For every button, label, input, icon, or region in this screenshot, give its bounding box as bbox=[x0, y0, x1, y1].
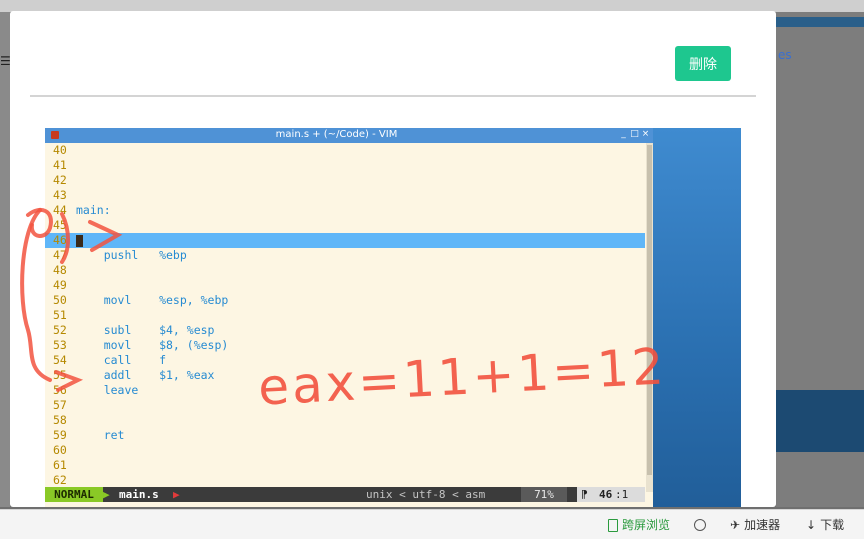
vim-line[interactable]: 46 bbox=[45, 233, 645, 248]
vim-line[interactable]: 51 bbox=[45, 308, 645, 323]
screenshot-image: main.s + (~/Code) - VIM _ □ × 40 41 42 43 44… bbox=[45, 128, 741, 507]
modal-divider bbox=[30, 95, 756, 97]
line-number: 57 bbox=[53, 398, 67, 412]
line-text: movl $8, (%esp) bbox=[76, 338, 229, 352]
line-text: movl %esp, %ebp bbox=[76, 293, 229, 307]
line-text: main: bbox=[76, 203, 111, 217]
vim-line[interactable]: 61 bbox=[45, 458, 645, 473]
statusline-separator-icon: ▶ bbox=[103, 488, 110, 501]
image-preview-modal: 删除 main.s + (~/Code) - VIM _ □ × 40 41 42 4… bbox=[10, 11, 776, 507]
line-text: leave bbox=[76, 383, 139, 397]
line-number: 53 bbox=[53, 338, 67, 352]
vim-mode: NORMAL bbox=[45, 487, 103, 502]
line-number: 60 bbox=[53, 443, 67, 457]
vim-line[interactable]: 59 ret bbox=[45, 428, 645, 443]
background-page-left: ☰ bbox=[0, 12, 11, 507]
line-text: call f bbox=[76, 353, 167, 367]
background-blue-strip bbox=[776, 17, 864, 27]
line-number: 56 bbox=[53, 383, 67, 397]
vim-title: main.s + (~/Code) - VIM bbox=[275, 129, 398, 140]
vim-scrollbar[interactable] bbox=[646, 143, 653, 492]
line-number: 41 bbox=[53, 158, 67, 172]
minimize-icon[interactable]: _ bbox=[619, 130, 628, 139]
close-icon[interactable]: × bbox=[641, 130, 650, 139]
line-text: ret bbox=[76, 428, 125, 442]
line-number: 43 bbox=[53, 188, 67, 202]
line-number: 62 bbox=[53, 473, 67, 487]
line-number: 44 bbox=[53, 203, 67, 217]
download-label: 下载 bbox=[820, 518, 845, 532]
screen-browse-button[interactable]: 跨屏浏览 bbox=[608, 516, 670, 534]
screen-browse-label: 跨屏浏览 bbox=[622, 518, 671, 532]
download-button[interactable]: ↓ 下载 bbox=[806, 516, 844, 534]
vim-line[interactable]: 48 bbox=[45, 263, 645, 278]
line-number: 61 bbox=[53, 458, 67, 472]
vim-line[interactable]: 40 bbox=[45, 143, 645, 158]
browser-statusbar: 跨屏浏览 ✈ 加速器 ↓ 下载 bbox=[0, 509, 864, 539]
accelerator-button[interactable]: ✈ 加速器 bbox=[730, 516, 780, 534]
line-number: 45 bbox=[53, 218, 67, 232]
delete-button[interactable]: 删除 bbox=[675, 46, 731, 81]
background-page-right: es bbox=[776, 12, 864, 507]
phone-icon bbox=[608, 518, 618, 532]
line-number: 54 bbox=[53, 353, 67, 367]
line-number: 48 bbox=[53, 263, 67, 277]
vim-window: main.s + (~/Code) - VIM _ □ × 40 41 42 43 44… bbox=[45, 128, 653, 507]
vim-line[interactable]: 50 movl %esp, %ebp bbox=[45, 293, 645, 308]
vim-line[interactable]: 45 bbox=[45, 218, 645, 233]
download-icon: ↓ bbox=[806, 518, 817, 532]
line-number: 59 bbox=[53, 428, 67, 442]
vim-line[interactable]: 60 bbox=[45, 443, 645, 458]
vim-position: ⁋ 46 :1 bbox=[577, 487, 645, 502]
refresh-button[interactable] bbox=[694, 516, 706, 534]
line-text: pushl %ebp bbox=[76, 248, 187, 262]
line-number: 50 bbox=[53, 293, 67, 307]
line-number: 55 bbox=[53, 368, 67, 382]
line-number: 58 bbox=[53, 413, 67, 427]
vim-line[interactable]: 49 bbox=[45, 278, 645, 293]
line-number: 51 bbox=[53, 308, 67, 322]
maximize-icon[interactable]: □ bbox=[630, 130, 639, 139]
vim-line[interactable]: 52 subl $4, %esp bbox=[45, 323, 645, 338]
vim-line[interactable]: 62 bbox=[45, 473, 645, 488]
vim-filename: main.s bbox=[119, 488, 159, 501]
line-number-icon: ⁋ bbox=[581, 488, 588, 501]
vim-cursor-col: :1 bbox=[615, 488, 629, 501]
vim-line[interactable]: 43 bbox=[45, 188, 645, 203]
text-cursor bbox=[76, 235, 83, 247]
vim-line[interactable]: 44 main: bbox=[45, 203, 645, 218]
vim-encoding: unix < utf-8 < asm bbox=[366, 488, 486, 501]
line-number: 42 bbox=[53, 173, 67, 187]
desktop-background bbox=[653, 128, 741, 507]
vim-cursor-line: 46 bbox=[599, 488, 613, 501]
background-blue-block bbox=[776, 390, 864, 452]
vim-line[interactable]: 42 bbox=[45, 173, 645, 188]
line-number: 52 bbox=[53, 323, 67, 337]
line-number: 46 bbox=[53, 233, 67, 247]
line-number: 47 bbox=[53, 248, 67, 262]
vim-percent: 71% bbox=[521, 487, 567, 502]
modified-indicator-icon: ▶ bbox=[173, 488, 180, 501]
line-number: 49 bbox=[53, 278, 67, 292]
line-text: addl $1, %eax bbox=[76, 368, 215, 382]
vim-buffer[interactable]: 40 41 42 43 44 main: 45 46 47 pushl %ebp 48 49 50 m… bbox=[45, 143, 645, 488]
line-text: subl $4, %esp bbox=[76, 323, 215, 337]
vim-statusline: NORMAL ▶ main.s ▶ unix < utf-8 < asm 71%… bbox=[45, 487, 645, 502]
refresh-icon bbox=[694, 519, 706, 531]
vim-scrollbar-thumb[interactable] bbox=[647, 145, 652, 475]
rocket-icon: ✈ bbox=[730, 518, 741, 532]
vim-line[interactable]: 41 bbox=[45, 158, 645, 173]
vim-line[interactable]: 47 pushl %ebp bbox=[45, 248, 645, 263]
vim-titlebar: main.s + (~/Code) - VIM _ □ × bbox=[45, 128, 653, 143]
vim-line[interactable]: 58 bbox=[45, 413, 645, 428]
line-number: 40 bbox=[53, 143, 67, 157]
background-link[interactable]: es bbox=[778, 48, 792, 62]
accelerator-label: 加速器 bbox=[744, 518, 781, 532]
